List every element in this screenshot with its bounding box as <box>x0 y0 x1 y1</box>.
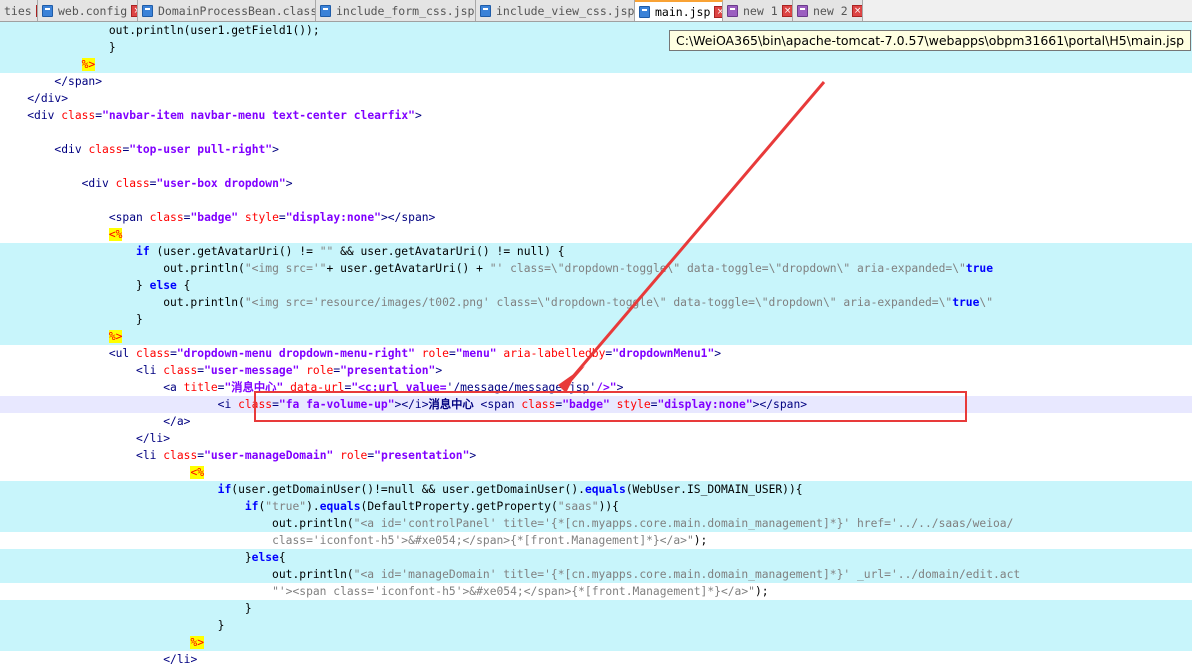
annotation-arrow-head <box>558 366 585 393</box>
annotation-arrow <box>558 81 826 393</box>
annotation-arrow-line <box>569 81 826 380</box>
